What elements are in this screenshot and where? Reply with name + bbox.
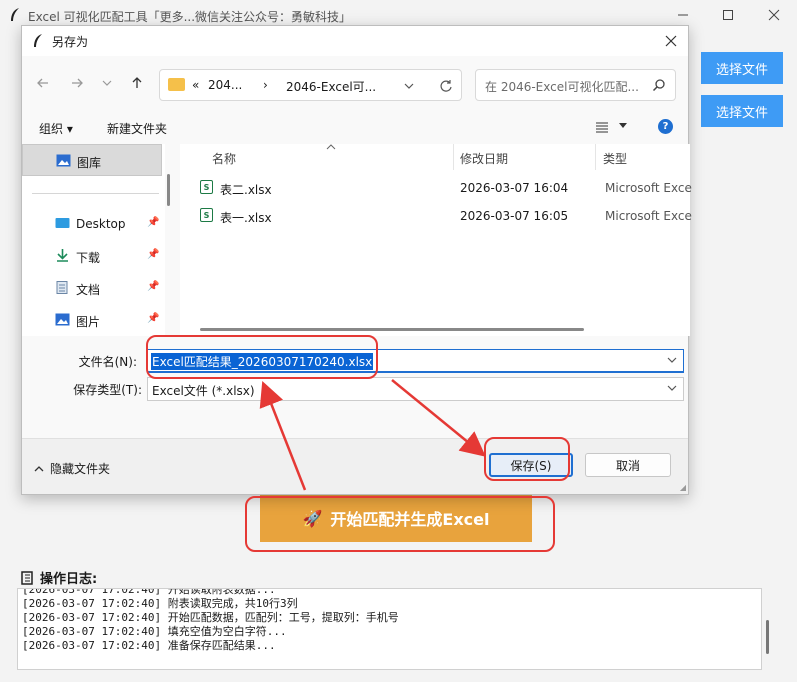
annotation-arrows bbox=[259, 379, 486, 491]
arrow-to-save bbox=[391, 379, 486, 457]
arrow-to-filename bbox=[259, 381, 307, 491]
